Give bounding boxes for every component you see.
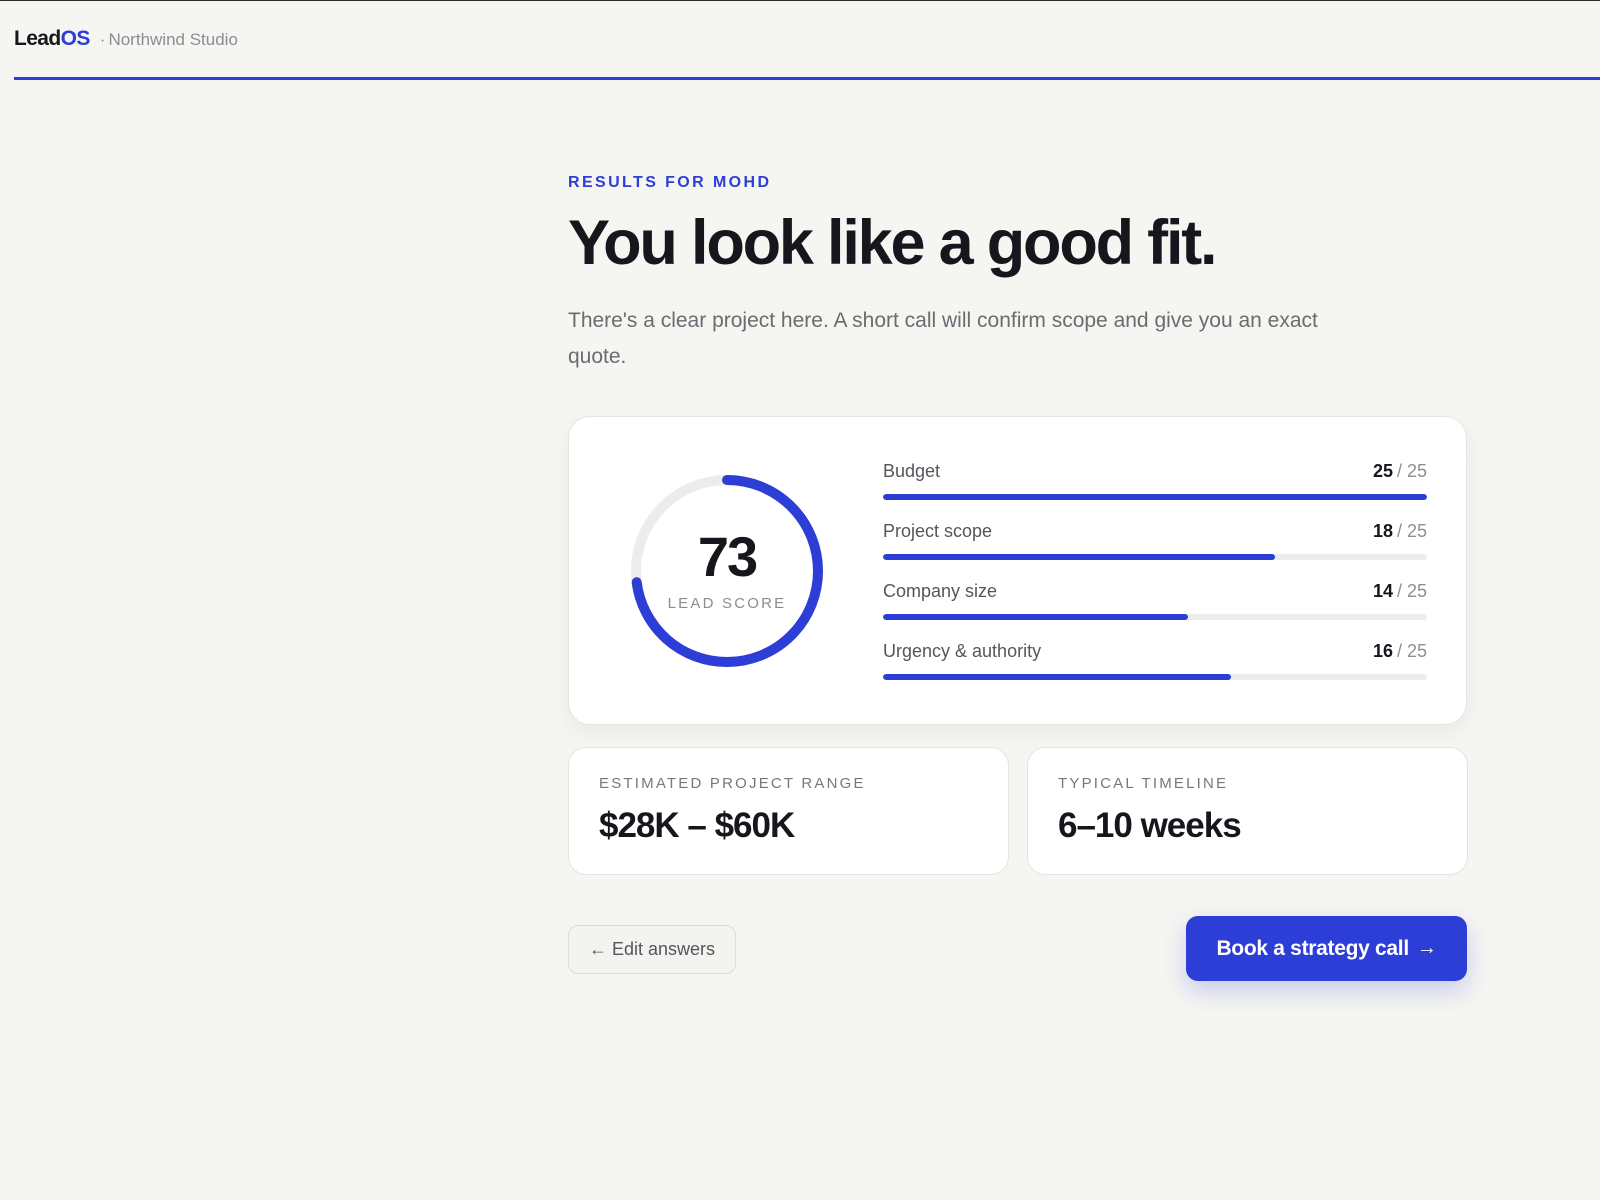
metric-bar-fill: [883, 554, 1275, 560]
timeline-card: TYPICAL TIMELINE 6–10 weeks: [1027, 747, 1468, 875]
arrow-right-icon: →: [1416, 937, 1437, 959]
edit-answers-button[interactable]: ← Edit answers: [568, 925, 737, 974]
project-range-value: $28K – $60K: [599, 806, 795, 845]
metric-budget: Budget 25/ 25: [883, 461, 1427, 521]
metric-max: / 25: [1396, 581, 1427, 601]
lead-score-ring: 73 LEAD SCORE: [629, 473, 825, 669]
lead-score-value: 73: [697, 525, 758, 588]
metric-name: Project scope: [883, 521, 993, 541]
metric-bar-fill: [883, 674, 1232, 680]
project-range-label: ESTIMATED PROJECT RANGE: [599, 775, 866, 792]
timeline-label: TYPICAL TIMELINE: [1058, 775, 1229, 792]
metric-max: / 25: [1396, 521, 1427, 541]
logo-lead: Lead: [14, 27, 61, 50]
metric-bar-track: [883, 674, 1427, 680]
project-range-card: ESTIMATED PROJECT RANGE $28K – $60K: [568, 747, 1009, 875]
separator-dot: ·: [99, 30, 106, 49]
organization-label: Northwind Studio: [108, 30, 238, 49]
brand: Lead OS · Northwind Studio: [14, 27, 238, 51]
book-strategy-call-button[interactable]: Book a strategy call →: [1186, 916, 1467, 981]
metric-bar-track: [883, 554, 1427, 560]
metric-name: Company size: [883, 581, 998, 601]
metric-company-size: Company size 14/ 25: [883, 581, 1427, 641]
metric-score-group: 25/ 25: [1373, 461, 1427, 482]
edit-answers-label: Edit answers: [612, 939, 716, 959]
metric-name: Budget: [883, 461, 941, 481]
metric-score-group: 18/ 25: [1373, 521, 1427, 542]
results-description: There's a clear project here. A short ca…: [568, 309, 1318, 368]
logo-os: OS: [60, 27, 91, 50]
metric-score-group: 16/ 25: [1373, 641, 1427, 662]
results-eyebrow: RESULTS FOR MOHD: [568, 174, 772, 191]
metric-name: Urgency & authority: [883, 641, 1042, 661]
metric-score: 18: [1372, 521, 1393, 541]
metric-bar-track: [883, 494, 1427, 500]
metric-score: 16: [1372, 641, 1393, 661]
book-strategy-call-label: Book a strategy call: [1216, 936, 1409, 960]
score-breakdown: Budget 25/ 25 Project scope 18/ 25 Compa…: [883, 461, 1427, 701]
top-bar: Lead OS · Northwind Studio: [14, 1, 1600, 80]
page-title: You look like a good fit.: [568, 208, 1218, 278]
metric-max: / 25: [1396, 641, 1427, 661]
metric-score: 25: [1372, 461, 1393, 481]
logo[interactable]: Lead OS: [14, 27, 90, 51]
lead-score-label: LEAD SCORE: [667, 595, 787, 612]
metric-project-scope: Project scope 18/ 25: [883, 521, 1427, 581]
metric-bar-fill: [883, 614, 1188, 620]
metric-bar-track: [883, 614, 1427, 620]
arrow-left-icon: ←: [589, 939, 607, 959]
metric-max: / 25: [1396, 461, 1427, 481]
organization-name: · Northwind Studio: [100, 30, 238, 50]
timeline-value: 6–10 weeks: [1058, 806, 1242, 845]
metric-score: 14: [1372, 581, 1393, 601]
metric-urgency-authority: Urgency & authority 16/ 25: [883, 641, 1427, 701]
metric-score-group: 14/ 25: [1373, 581, 1427, 602]
metric-bar-fill: [883, 494, 1427, 500]
lead-score-card: 73 LEAD SCORE Budget 25/ 25 Project scop…: [568, 416, 1467, 725]
